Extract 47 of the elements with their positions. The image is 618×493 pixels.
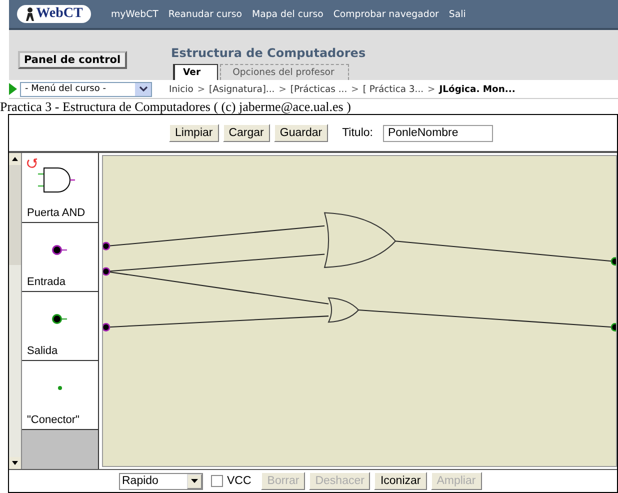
scroll-up-icon[interactable] (12, 157, 18, 161)
course-menu-select[interactable]: - Menú del curso - (20, 82, 152, 96)
palette-label: "Conector" (26, 414, 80, 428)
breadcrumb-link[interactable]: [ Práctica 3... (362, 84, 424, 94)
speed-select[interactable]: Rapido (119, 472, 203, 490)
breadcrumb-separator: > (428, 84, 436, 94)
breadcrumb-link[interactable]: Inicio (169, 84, 194, 94)
title-field[interactable]: PonleNombre (382, 124, 493, 142)
breadcrumb-separator: > (197, 84, 206, 94)
play-icon[interactable] (9, 83, 17, 95)
input-node-icon (52, 244, 68, 254)
nav-link[interactable]: myWebCT (111, 8, 158, 20)
vcc-checkbox[interactable] (211, 475, 223, 487)
nav-link[interactable]: Sali (448, 8, 466, 20)
palette-label: Puerta AND (26, 207, 86, 221)
scrollbar[interactable] (9, 153, 21, 469)
logo[interactable]: WebCT (17, 5, 91, 23)
control-panel-button[interactable]: Panel de control (18, 51, 127, 69)
course-title: Estructura de Computadores (171, 46, 366, 60)
connector-dot-icon (58, 386, 62, 390)
toolbar-button[interactable]: Guardar (274, 124, 328, 142)
page-title: Practica 3 - Estructura de Computadores ( (c) jaberme@ace.ual.es ) (0, 99, 352, 114)
figure-icon (25, 7, 36, 21)
tab[interactable]: Opciones del profesor (220, 64, 350, 80)
dropdown-arrow-icon (191, 479, 198, 483)
breadcrumb-link[interactable]: [Prácticas ... (290, 84, 348, 94)
toolbar-button[interactable]: Cargar (222, 124, 270, 142)
palette-label: Salida (26, 345, 59, 359)
action-button[interactable]: Iconizar (374, 472, 427, 490)
rotate-icon[interactable] (26, 157, 38, 169)
nav-link[interactable]: Mapa del curso (252, 8, 324, 20)
output-node-icon (52, 314, 68, 324)
palette-label: Entrada (26, 276, 67, 290)
breadcrumb-separator: > (351, 84, 359, 94)
scroll-down-icon[interactable] (12, 461, 18, 465)
chevron-down-icon (138, 86, 148, 92)
title-label: Titulo: (342, 127, 373, 139)
toolbar-button[interactable]: Limpiar (169, 124, 219, 142)
circuit-canvas[interactable] (102, 155, 617, 467)
nav-link[interactable]: Reanudar curso (168, 8, 242, 20)
tab[interactable]: Ver (173, 64, 218, 80)
nav-link[interactable]: Comprobar navegador (333, 8, 439, 20)
logo-text: WebCT (36, 6, 83, 22)
breadcrumb-link[interactable]: JLógica. Mon... (439, 84, 516, 94)
vcc-label: VCC (227, 475, 252, 487)
breadcrumb-link[interactable]: [Asignatura]... (209, 84, 275, 94)
breadcrumb-separator: > (278, 84, 286, 94)
